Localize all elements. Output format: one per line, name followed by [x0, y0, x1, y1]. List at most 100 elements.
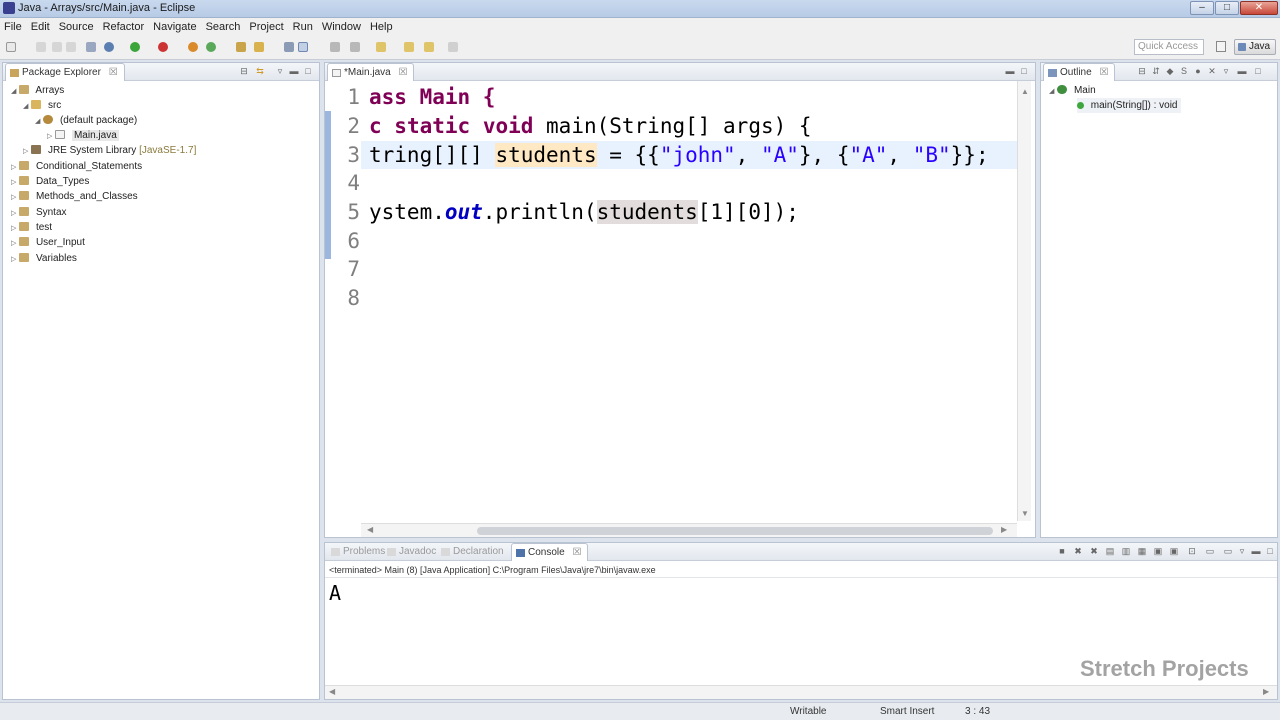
- new-java-project-icon[interactable]: [188, 42, 198, 52]
- new-package-icon[interactable]: [206, 42, 216, 52]
- tab-problems[interactable]: Problems: [327, 543, 391, 561]
- close-tab-icon[interactable]: ☒: [109, 67, 118, 78]
- console-output[interactable]: A: [329, 581, 341, 605]
- tab-outline[interactable]: Outline ☒: [1043, 63, 1116, 81]
- link-with-editor-icon[interactable]: ⇆: [255, 67, 265, 76]
- console-horizontal-scrollbar[interactable]: ◀ ▶: [325, 685, 1277, 699]
- external-tools-icon[interactable]: [158, 42, 168, 52]
- skip-breakpoints-icon[interactable]: [86, 42, 96, 52]
- show-on-stdout-icon[interactable]: ▣: [1153, 547, 1163, 556]
- maximize-view-icon[interactable]: □: [1019, 67, 1029, 76]
- collapsed-twisty-icon[interactable]: ▷: [11, 240, 16, 247]
- collapsed-twisty-icon[interactable]: ▷: [11, 256, 16, 263]
- tab-main-java[interactable]: *Main.java ☒: [327, 63, 415, 81]
- scroll-up-icon[interactable]: ▲: [1021, 87, 1029, 96]
- tree-item-jre-library[interactable]: ▷ JRE System Library [JavaSE-1.7]: [23, 143, 196, 158]
- collapsed-twisty-icon[interactable]: ▷: [47, 133, 52, 140]
- code-editor[interactable]: 1 2 3 4 5 6 7 8 ass Main { c static void…: [325, 81, 1035, 537]
- tree-item-variables[interactable]: ▷ Variables: [11, 251, 77, 266]
- search-icon[interactable]: [284, 42, 294, 52]
- maximize-button[interactable]: □: [1215, 1, 1239, 15]
- view-menu-icon[interactable]: ▿: [275, 67, 285, 76]
- menu-edit[interactable]: Edit: [31, 21, 50, 33]
- tree-item-methods-and-classes[interactable]: ▷ Methods_and_Classes: [11, 189, 138, 204]
- minimize-button[interactable]: –: [1190, 1, 1214, 15]
- scroll-left-icon[interactable]: ◀: [367, 525, 373, 534]
- tree-item-main-java[interactable]: ▷ Main.java: [47, 128, 119, 143]
- new-icon[interactable]: [6, 42, 16, 52]
- tree-item-default-package[interactable]: ◢ (default package): [35, 113, 137, 128]
- collapse-all-icon[interactable]: ⊟: [1137, 67, 1147, 76]
- hide-fields-icon[interactable]: ◆: [1165, 67, 1175, 76]
- pin-icon[interactable]: [448, 42, 458, 52]
- outline-item-main-method[interactable]: main(String[]) : void: [1077, 98, 1182, 113]
- annotation-icon[interactable]: [330, 42, 340, 52]
- expanded-twisty-icon[interactable]: ◢: [1049, 88, 1054, 95]
- scroll-left-icon[interactable]: ◀: [329, 687, 335, 696]
- tree-item-test[interactable]: ▷ test: [11, 220, 52, 235]
- word-wrap-icon[interactable]: ▦: [1137, 547, 1147, 556]
- collapsed-twisty-icon[interactable]: ▷: [11, 164, 16, 171]
- forward-icon[interactable]: [424, 42, 434, 52]
- back-icon[interactable]: [404, 42, 414, 52]
- close-tab-icon[interactable]: ☒: [572, 547, 581, 558]
- expanded-twisty-icon[interactable]: ◢: [35, 118, 40, 125]
- editor-horizontal-scrollbar[interactable]: ◀ ▶: [361, 523, 1017, 537]
- close-button[interactable]: ✕: [1240, 1, 1278, 15]
- close-tab-icon[interactable]: ☒: [398, 67, 407, 78]
- open-console-icon[interactable]: ▭: [1223, 547, 1233, 556]
- print-icon[interactable]: [66, 42, 76, 52]
- horizontal-scroll-thumb[interactable]: [477, 527, 993, 535]
- tree-item-src[interactable]: ◢ src: [23, 98, 61, 113]
- scroll-down-icon[interactable]: ▼: [1021, 509, 1029, 518]
- menu-window[interactable]: Window: [322, 21, 361, 33]
- quick-access-input[interactable]: Quick Access: [1134, 39, 1204, 55]
- menu-search[interactable]: Search: [206, 21, 241, 33]
- menu-run[interactable]: Run: [293, 21, 313, 33]
- open-perspective-icon[interactable]: [1216, 41, 1226, 52]
- show-on-stderr-icon[interactable]: ▣: [1169, 547, 1179, 556]
- hide-static-icon[interactable]: S: [1179, 67, 1189, 76]
- view-menu-icon[interactable]: ▿: [1221, 67, 1231, 76]
- tree-item-user-input[interactable]: ▷ User_Input: [11, 235, 85, 250]
- debug-icon[interactable]: [104, 42, 114, 52]
- display-selected-console-icon[interactable]: ▭: [1205, 547, 1215, 556]
- menu-navigate[interactable]: Navigate: [153, 21, 196, 33]
- menu-file[interactable]: File: [4, 21, 22, 33]
- tab-package-explorer[interactable]: Package Explorer ☒: [5, 63, 125, 81]
- maximize-view-icon[interactable]: □: [1265, 547, 1275, 556]
- save-icon[interactable]: [36, 42, 46, 52]
- remove-launch-icon[interactable]: ✖: [1073, 547, 1083, 556]
- scroll-right-icon[interactable]: ▶: [1001, 525, 1007, 534]
- tree-item-data-types[interactable]: ▷ Data_Types: [11, 174, 89, 189]
- open-type-icon[interactable]: [236, 42, 246, 52]
- terminate-icon[interactable]: ■: [1057, 547, 1067, 556]
- remove-all-launches-icon[interactable]: ✖: [1089, 547, 1099, 556]
- next-annotation-icon[interactable]: [350, 42, 360, 52]
- save-all-icon[interactable]: [52, 42, 62, 52]
- minimize-view-icon[interactable]: ▬: [1251, 547, 1261, 556]
- collapse-all-icon[interactable]: ⊟: [239, 67, 249, 76]
- clear-console-icon[interactable]: ▤: [1105, 547, 1115, 556]
- tab-javadoc[interactable]: Javadoc: [383, 543, 442, 561]
- java-perspective-button[interactable]: Java: [1234, 39, 1276, 55]
- collapsed-twisty-icon[interactable]: ▷: [11, 210, 16, 217]
- run-icon[interactable]: [130, 42, 140, 52]
- menu-help[interactable]: Help: [370, 21, 393, 33]
- tree-item-arrays[interactable]: ◢ Arrays: [11, 83, 64, 98]
- view-menu-icon[interactable]: ▿: [1237, 547, 1247, 556]
- scroll-right-icon[interactable]: ▶: [1263, 687, 1269, 696]
- tab-declaration[interactable]: Declaration: [437, 543, 510, 561]
- tree-item-syntax[interactable]: ▷ Syntax: [11, 205, 67, 220]
- editor-vertical-scrollbar[interactable]: ▲ ▼: [1017, 81, 1031, 521]
- collapsed-twisty-icon[interactable]: ▷: [11, 179, 16, 186]
- close-tab-icon[interactable]: ☒: [1099, 67, 1108, 78]
- expanded-twisty-icon[interactable]: ◢: [11, 88, 16, 95]
- minimize-view-icon[interactable]: ▬: [289, 67, 299, 76]
- sort-icon[interactable]: ⇵: [1151, 67, 1161, 76]
- minimize-view-icon[interactable]: ▬: [1237, 67, 1247, 76]
- outline-item-main-class[interactable]: ◢ Main: [1049, 83, 1096, 98]
- menu-project[interactable]: Project: [249, 21, 283, 33]
- toggle-mark-occurrences-icon[interactable]: [298, 42, 308, 52]
- expanded-twisty-icon[interactable]: ◢: [23, 103, 28, 110]
